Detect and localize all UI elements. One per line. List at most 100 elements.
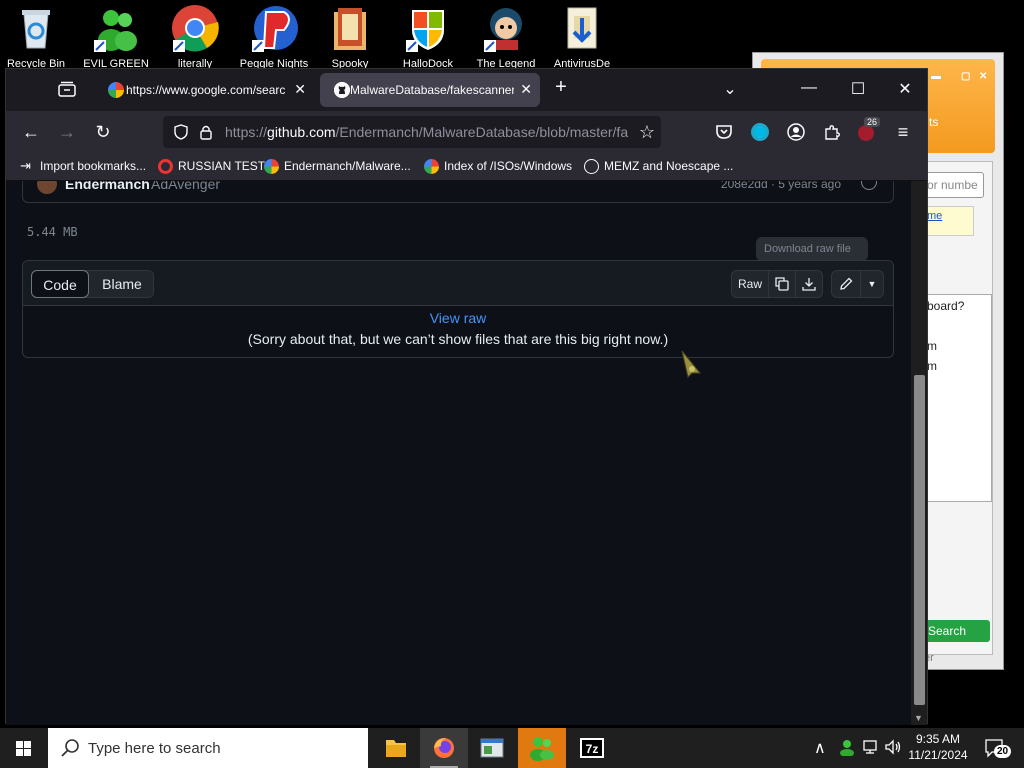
navigation-toolbar: ← → ↻ https://github.com/Endermanch/Malw…: [6, 111, 927, 153]
tray-chevron-up-icon[interactable]: ∧: [814, 738, 826, 758]
bg-list-text: m: [927, 339, 937, 353]
taskbar-firefox[interactable]: [420, 728, 468, 768]
latest-commit-box: Endermanch AdAvenger 208e2dd · 5 years a…: [22, 181, 894, 203]
folder-icon: [326, 4, 374, 52]
vertical-scrollbar[interactable]: ▼: [911, 181, 927, 725]
history-clock-icon[interactable]: [861, 181, 877, 190]
back-arrow-icon[interactable]: ←: [18, 120, 44, 144]
tab-bar: https://www.google.com/searc ✕ MalwareDa…: [6, 69, 927, 111]
bg-search-input[interactable]: or numbe: [922, 172, 984, 198]
desktop-icon-the-legend[interactable]: The Legend: [466, 4, 546, 70]
maximize-icon[interactable]: ▢: [961, 71, 970, 82]
clock-date: 11/21/2024: [908, 748, 968, 762]
tab-title: https://www.google.com/searc: [126, 83, 286, 97]
pocket-icon[interactable]: [711, 120, 737, 144]
network-icon[interactable]: [862, 739, 880, 755]
bookmark-label: MEMZ and Noescape ...: [604, 159, 734, 173]
bookmark-index-isos[interactable]: Index of /ISOs/Windows: [424, 159, 572, 174]
app-window-icon: [480, 738, 504, 758]
ublock-icon[interactable]: [858, 125, 874, 141]
commit-author[interactable]: Endermanch: [65, 181, 150, 192]
blame-tab[interactable]: Blame: [91, 270, 153, 298]
google-icon: [108, 82, 124, 98]
bg-list-text: board?: [927, 299, 965, 313]
url-bar[interactable]: https://github.com/Endermanch/MalwareDat…: [163, 116, 661, 148]
search-icon: [60, 738, 80, 758]
url-text[interactable]: https://github.com/Endermanch/MalwareDat…: [225, 124, 633, 140]
taskbar-messenger[interactable]: [518, 728, 566, 768]
bookmark-endermanch-malware[interactable]: Endermanch/Malware...: [264, 159, 411, 174]
lock-icon[interactable]: [199, 124, 213, 140]
recycle-bin-icon: [12, 4, 60, 52]
bookmark-memz-noescape[interactable]: MEMZ and Noescape ...: [584, 159, 734, 174]
tab-malwaredatabase[interactable]: MalwareDatabase/fakescanners ✕: [320, 73, 540, 107]
minimize-icon[interactable]: ▬: [931, 71, 941, 82]
copy-raw-button[interactable]: [768, 270, 796, 298]
forward-arrow-icon[interactable]: →: [54, 120, 80, 144]
search-placeholder: Type here to search: [88, 740, 221, 757]
tab-title: MalwareDatabase/fakescanners: [350, 83, 514, 97]
edit-button[interactable]: [831, 270, 861, 298]
page-content: Endermanch AdAvenger 208e2dd · 5 years a…: [6, 181, 911, 725]
bookmark-import[interactable]: ⇥ Import bookmarks...: [20, 158, 146, 173]
extensions-puzzle-icon[interactable]: [819, 120, 845, 144]
bookmark-star-icon[interactable]: ☆: [639, 122, 655, 143]
account-icon[interactable]: [783, 120, 809, 144]
desktop-icon-antivirus[interactable]: AntivirusDe: [542, 4, 622, 70]
desktop-icon-hallodock[interactable]: HalloDock: [388, 4, 468, 70]
start-button[interactable]: [0, 728, 48, 768]
bookmarks-toolbar: ⇥ Import bookmarks... RUSSIAN TEST Ender…: [6, 153, 927, 181]
taskbar: Type here to search 7z ∧ 9:35 AM 11/21/2…: [0, 728, 1024, 768]
taskbar-7zip[interactable]: 7z: [568, 728, 616, 768]
taskbar-search-box[interactable]: Type here to search: [48, 728, 368, 768]
bg-info-link[interactable]: me: [922, 206, 974, 236]
windows-shield-icon: [404, 4, 452, 52]
close-tab-icon[interactable]: ✕: [294, 81, 306, 98]
svg-text:7z: 7z: [586, 742, 599, 756]
file-header: Code Blame Raw ▼: [23, 261, 893, 306]
desktop-icon-evil-green[interactable]: EVIL GREEN: [76, 4, 156, 70]
desktop-icon-literally[interactable]: literally: [155, 4, 235, 70]
commit-message[interactable]: AdAvenger: [151, 181, 220, 192]
maximize-icon[interactable]: ☐: [843, 79, 873, 99]
bg-results-list: board? m m: [922, 294, 992, 502]
scroll-down-arrow-icon[interactable]: ▼: [914, 713, 923, 723]
tab-google-search[interactable]: https://www.google.com/searc ✕: [94, 73, 314, 107]
bg-list-text: m: [927, 359, 937, 373]
list-tabs-chevron-icon[interactable]: ⌄: [715, 79, 745, 99]
desktop: Recycle Bin EVIL GREEN literally Peggle …: [0, 0, 1024, 768]
download-raw-button[interactable]: [795, 270, 823, 298]
taskbar-file-explorer[interactable]: [372, 728, 420, 768]
bookmark-russian-test[interactable]: RUSSIAN TEST: [158, 159, 265, 174]
avatar[interactable]: [37, 181, 57, 194]
tracking-shield-icon[interactable]: [173, 124, 189, 140]
close-window-icon[interactable]: ✕: [890, 79, 920, 99]
taskbar-app-window[interactable]: [468, 728, 516, 768]
peggle-icon: [250, 4, 298, 52]
desktop-icon-spooky[interactable]: Spooky: [310, 4, 390, 70]
commit-meta[interactable]: 208e2dd · 5 years ago: [721, 181, 841, 191]
globe-icon: [584, 159, 599, 174]
code-tab[interactable]: Code: [31, 270, 89, 298]
firefox-window[interactable]: https://www.google.com/searc ✕ MalwareDa…: [5, 68, 928, 725]
desktop-icon-peggle-nights[interactable]: Peggle Nights: [234, 4, 314, 70]
desktop-icon-recycle-bin[interactable]: Recycle Bin: [0, 4, 76, 70]
extension-circle-icon[interactable]: [751, 123, 769, 141]
tab-overview-icon[interactable]: [58, 81, 76, 97]
menu-hamburger-icon[interactable]: ≡: [890, 120, 916, 144]
new-tab-button[interactable]: +: [546, 76, 576, 99]
minimize-icon[interactable]: —: [794, 79, 824, 97]
tooltip: Download raw file: [756, 237, 868, 261]
close-tab-icon[interactable]: ✕: [520, 81, 532, 98]
edit-dropdown-chevron-icon[interactable]: ▼: [860, 270, 884, 298]
clock[interactable]: 9:35 AM 11/21/2024: [906, 731, 970, 763]
github-icon: [334, 82, 350, 98]
header-text: ts: [929, 115, 939, 129]
close-icon[interactable]: ✕: [979, 71, 987, 82]
volume-icon[interactable]: [884, 739, 902, 755]
view-raw-link[interactable]: View raw: [23, 310, 893, 326]
reload-icon[interactable]: ↻: [90, 120, 116, 144]
scrollbar-thumb[interactable]: [914, 375, 925, 705]
tray-messenger-icon[interactable]: [838, 738, 856, 757]
raw-button[interactable]: Raw: [731, 270, 769, 298]
